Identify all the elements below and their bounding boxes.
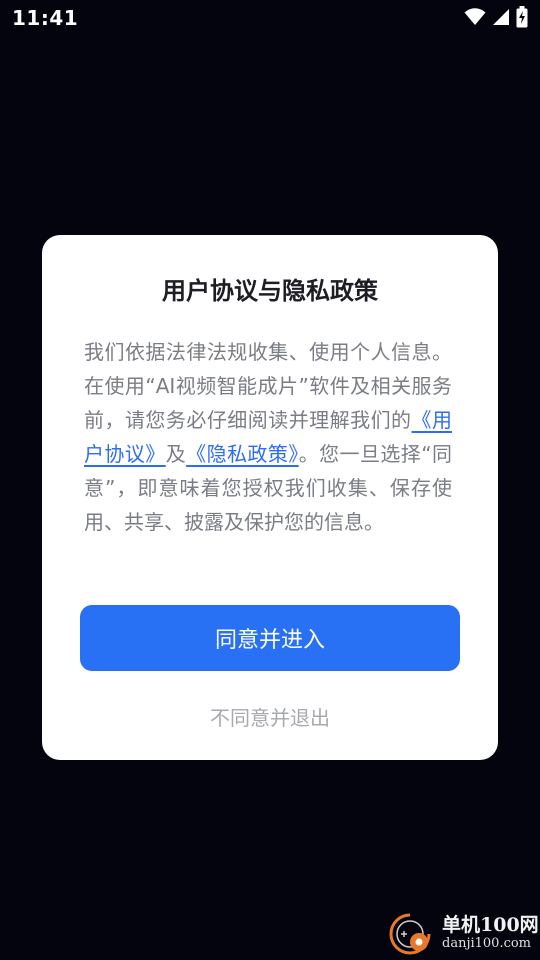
disagree-button[interactable]: 不同意并退出 — [180, 701, 360, 731]
dialog-body: 我们依据法律法规收集、使用个人信息。在使用“AI视频智能成片”软件及相关服务前，… — [84, 335, 452, 539]
body-text-intro: 我们依据法律法规收集、使用个人信息。在使用“AI视频智能成片”软件及相关服务前，… — [84, 340, 452, 432]
body-text-conjunction: 及 — [165, 442, 187, 466]
status-bar: 11:41 — [0, 0, 540, 36]
watermark: 单机100网 danji100.com — [388, 910, 539, 958]
wifi-icon — [464, 8, 486, 30]
agree-button[interactable]: 同意并进入 — [80, 605, 460, 671]
privacy-policy-link[interactable]: 《隐私政策》 — [186, 442, 299, 466]
status-time: 11:41 — [12, 6, 79, 30]
cellular-signal-icon — [492, 8, 510, 30]
app-screen: 11:41 用户协议与隐私政策 我们依据法律法规收集、使用个人信息。在使用“AI… — [0, 0, 540, 960]
dialog-title: 用户协议与隐私政策 — [162, 277, 378, 305]
watermark-title: 单机100网 — [442, 914, 539, 936]
privacy-consent-dialog: 用户协议与隐私政策 我们依据法律法规收集、使用个人信息。在使用“AI视频智能成片… — [42, 235, 498, 760]
status-icons — [464, 6, 528, 32]
watermark-logo-icon — [388, 912, 432, 956]
watermark-url: danji100.com — [442, 936, 532, 951]
battery-charging-icon — [516, 6, 528, 32]
